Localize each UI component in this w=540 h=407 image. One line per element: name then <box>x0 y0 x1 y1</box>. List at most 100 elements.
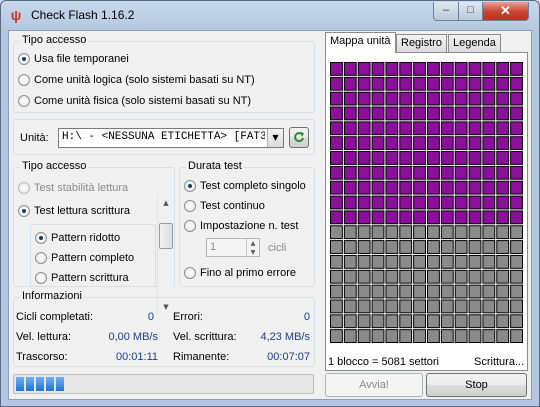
title-bar[interactable]: ψ Check Flash 1.16.2 – □ ✕ <box>1 1 539 29</box>
spin-down-icon[interactable]: ▼ <box>246 248 259 257</box>
tab-drive-map[interactable]: Mappa unità <box>325 32 396 53</box>
map-block-pending <box>343 225 357 240</box>
map-block-written <box>371 136 385 151</box>
map-block-written <box>343 165 357 180</box>
map-block-pending <box>399 314 413 329</box>
map-block-written <box>399 195 413 210</box>
map-block-written <box>343 151 357 165</box>
map-block-written <box>399 62 413 76</box>
map-block-written <box>371 121 385 136</box>
map-block-written <box>413 165 427 180</box>
map-block-written <box>468 106 482 121</box>
map-block-pending <box>399 225 413 240</box>
map-block-pending <box>482 240 496 254</box>
map-block-written <box>468 180 482 195</box>
map-block-pending <box>357 225 371 240</box>
map-block-written <box>343 180 357 195</box>
map-block-written <box>427 210 440 225</box>
map-block-written <box>371 165 385 180</box>
drive-map <box>330 62 524 344</box>
start-button[interactable]: Avvia! <box>325 373 423 397</box>
map-block-pending <box>510 240 523 254</box>
minimize-button[interactable]: – <box>433 2 459 21</box>
progress-segment <box>36 377 44 391</box>
map-block-pending <box>413 254 427 269</box>
map-block-pending <box>357 254 371 269</box>
map-block-written <box>496 121 510 136</box>
map-block-written <box>440 106 454 121</box>
map-block-written <box>427 76 440 91</box>
map-block-pending <box>482 314 496 329</box>
refresh-icon <box>294 132 304 143</box>
map-block-written <box>330 91 343 106</box>
map-block-written <box>330 62 343 76</box>
stop-button[interactable]: Stop <box>426 373 527 397</box>
progress-bar <box>13 374 314 394</box>
map-block-written <box>454 136 468 151</box>
scroll-up-icon[interactable]: ▲ <box>158 195 174 211</box>
maximize-button[interactable]: □ <box>458 2 483 21</box>
tab-legend[interactable]: Legenda <box>448 34 501 52</box>
map-block-written <box>496 62 510 76</box>
map-block-pending <box>357 269 371 284</box>
chevron-down-icon[interactable]: ▼ <box>267 129 283 147</box>
map-block-pending <box>496 254 510 269</box>
map-block-pending <box>427 284 440 299</box>
errors-label: Errori: <box>173 311 203 323</box>
map-block-written <box>413 136 427 151</box>
map-block-written <box>427 121 440 136</box>
map-block-written <box>413 151 427 165</box>
cycles-spinner[interactable]: 1 ▲ ▼ <box>206 238 260 257</box>
map-block-pending <box>399 269 413 284</box>
map-block-written <box>343 121 357 136</box>
scroll-thumb[interactable] <box>159 223 173 249</box>
progress-segment <box>46 377 54 391</box>
map-block-written <box>510 76 523 91</box>
map-block-written <box>496 76 510 91</box>
spin-up-icon[interactable]: ▲ <box>246 239 259 248</box>
map-block-pending <box>468 269 482 284</box>
map-block-pending <box>357 329 371 344</box>
map-block-written <box>330 165 343 180</box>
map-block-written <box>496 180 510 195</box>
map-block-pending <box>482 225 496 240</box>
map-block-pending <box>399 284 413 299</box>
progress-segment <box>56 377 64 391</box>
map-block-written <box>427 62 440 76</box>
block-info: 1 blocco = 5081 settori <box>328 356 439 368</box>
map-block-pending <box>510 225 523 240</box>
map-block-written <box>413 76 427 91</box>
map-block-written <box>385 195 399 210</box>
map-block-written <box>399 165 413 180</box>
map-block-pending <box>385 299 399 314</box>
map-block-pending <box>330 269 343 284</box>
map-block-written <box>510 121 523 136</box>
map-block-written <box>510 165 523 180</box>
map-block-written <box>357 165 371 180</box>
drive-select[interactable]: H:\ - <NESSUNA ETICHETTA> [FAT32] ▼ <box>58 128 284 148</box>
map-block-pending <box>510 329 523 344</box>
test-type-legend: Tipo accesso <box>20 160 89 172</box>
radio-label: Fino al primo errore <box>200 267 296 279</box>
client-area: Tipo accesso Usa file temporanei Come un… <box>8 30 532 400</box>
tab-log[interactable]: Registro <box>396 34 447 52</box>
map-block-written <box>468 210 482 225</box>
map-block-written <box>454 91 468 106</box>
map-block-written <box>343 91 357 106</box>
map-block-written <box>454 62 468 76</box>
map-block-written <box>427 151 440 165</box>
pattern-subgroup: Pattern ridotto Pattern completo Pattern… <box>30 224 156 286</box>
map-block-written <box>385 62 399 76</box>
close-button[interactable]: ✕ <box>482 2 529 21</box>
map-block-pending <box>482 269 496 284</box>
write-speed-label: Vel. scrittura: <box>173 331 237 343</box>
map-block-pending <box>357 284 371 299</box>
map-block-written <box>385 91 399 106</box>
map-block-written <box>454 151 468 165</box>
map-block-written <box>371 106 385 121</box>
refresh-button[interactable] <box>289 127 309 148</box>
radio-label: Impostazione n. test <box>200 220 299 232</box>
map-block-pending <box>330 284 343 299</box>
map-block-written <box>413 195 427 210</box>
map-block-written <box>343 62 357 76</box>
